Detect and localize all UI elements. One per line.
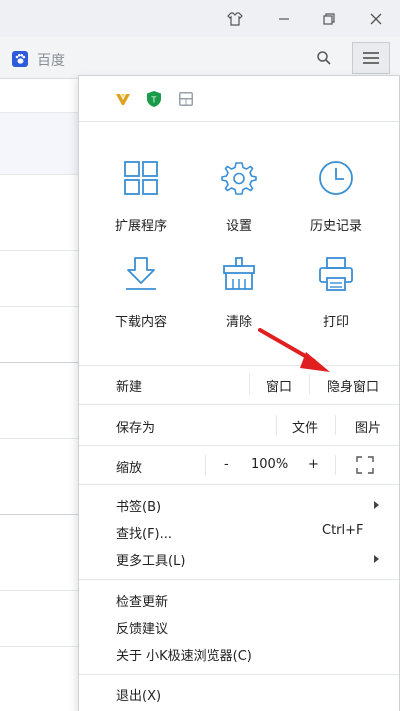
broom-icon (223, 257, 255, 290)
menu-divider (79, 579, 399, 580)
menu-divider (79, 484, 399, 485)
baidu-paw-icon (12, 51, 28, 67)
save-as-label: 保存为 (116, 421, 156, 436)
address-bar[interactable]: 百度 (6, 42, 340, 73)
download-icon (126, 257, 156, 290)
page-divider (0, 646, 80, 647)
close-icon[interactable] (365, 8, 387, 30)
restore-icon[interactable] (318, 8, 340, 30)
tile-history[interactable]: 历史记录 (296, 160, 376, 250)
vertical-divider (205, 455, 206, 475)
tile-extensions[interactable]: 扩展程序 (101, 160, 181, 250)
zoom-level: 100% (251, 457, 289, 472)
find-shortcut: Ctrl+F (322, 523, 364, 538)
menu-divider (79, 365, 399, 366)
menu-item-bookmarks[interactable]: 书签(B) (116, 496, 386, 515)
save-as-file-button[interactable]: 文件 (292, 417, 318, 436)
menu-item-more-tools[interactable]: 更多工具(L) (116, 550, 386, 569)
address-site-name: 百度 (37, 53, 65, 69)
page-divider (0, 514, 80, 515)
tile-settings[interactable]: 设置 (199, 160, 279, 250)
skin-icon[interactable] (224, 8, 246, 30)
vertical-divider (309, 374, 310, 394)
gear-icon (221, 162, 257, 195)
vertical-divider (249, 374, 250, 394)
menu-item-check-update[interactable]: 检查更新 (116, 591, 168, 610)
tile-downloads[interactable]: 下载内容 (101, 256, 181, 346)
new-window-button[interactable]: 窗口 (266, 376, 292, 395)
page-divider (0, 112, 80, 113)
tile-history-label: 历史记录 (309, 219, 362, 234)
extensions-row: T (79, 76, 399, 122)
vertical-divider (276, 415, 277, 435)
menu-item-about[interactable]: 关于 小K极速浏览器(C) (116, 645, 252, 664)
menu-divider (79, 445, 399, 446)
main-menu-button[interactable] (352, 42, 390, 74)
search-icon[interactable] (316, 50, 332, 66)
new-label: 新建 (116, 380, 143, 395)
new-incognito-window-button[interactable]: 隐身窗口 (327, 376, 379, 395)
fullscreen-icon[interactable] (356, 456, 374, 474)
chevron-right-icon (374, 555, 379, 563)
page-divider (0, 250, 80, 251)
hamburger-icon (363, 52, 379, 64)
tile-settings-label: 设置 (225, 219, 252, 234)
page-background-band (0, 112, 80, 174)
toolbar: 百度 (0, 37, 400, 79)
page-divider (0, 174, 80, 175)
menu-item-exit[interactable]: 退出(X) (116, 685, 161, 704)
menu-divider (79, 674, 399, 675)
extensions-grid-icon (124, 161, 158, 195)
page-divider (0, 590, 80, 591)
title-bar (0, 0, 400, 37)
tile-downloads-label: 下载内容 (114, 315, 167, 330)
menu-item-feedback[interactable]: 反馈建议 (116, 618, 168, 637)
page-divider (0, 438, 80, 439)
extension-grid-icon[interactable] (177, 90, 195, 108)
zoom-label: 缩放 (116, 461, 143, 476)
annotation-arrow (258, 328, 330, 372)
menu-divider (79, 404, 399, 405)
chevron-right-icon (374, 501, 379, 509)
minimize-icon[interactable] (273, 8, 295, 30)
zoom-in-button[interactable]: + (308, 457, 319, 472)
vertical-divider (335, 455, 336, 475)
menu-item-find[interactable]: 查找(F)... (116, 523, 172, 542)
extension-shield-icon[interactable]: T (145, 90, 163, 108)
save-as-image-button[interactable]: 图片 (355, 417, 381, 436)
page-divider (0, 362, 80, 363)
extension-bolt-icon[interactable] (114, 90, 132, 108)
browser-main-menu: T 扩展程序 设置 历史记录 下载内容 清除 打印 新建 窗口 隐身窗口 保存为… (78, 75, 400, 711)
printer-icon (319, 257, 353, 291)
clock-icon (319, 161, 353, 195)
vertical-divider (335, 415, 336, 435)
svg-text:T: T (151, 96, 157, 105)
page-divider (0, 306, 80, 307)
zoom-out-button[interactable]: - (224, 457, 229, 472)
tile-extensions-label: 扩展程序 (114, 219, 167, 234)
